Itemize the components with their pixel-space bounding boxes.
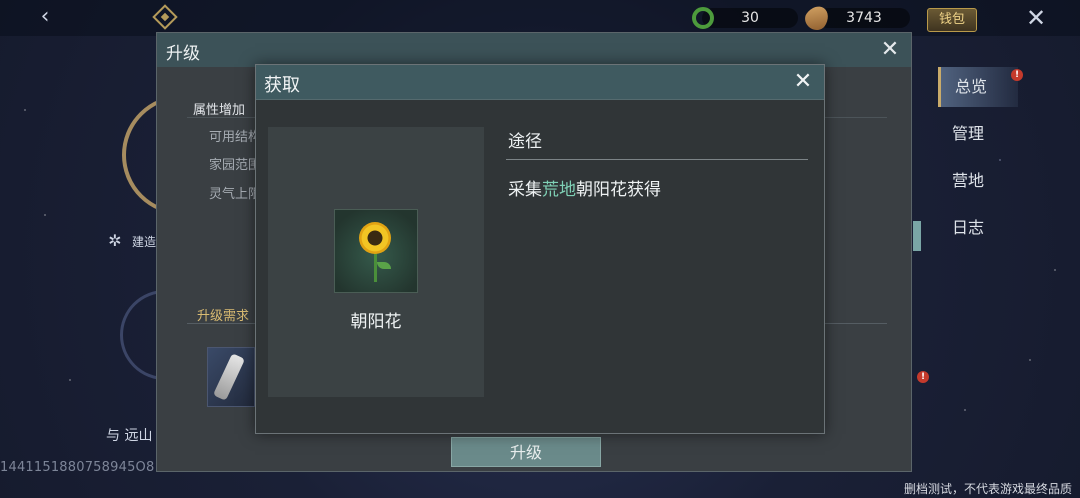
flower-head (359, 222, 391, 254)
attribute-row: 家园范围 (209, 158, 262, 173)
route-prefix: 采集 (508, 180, 542, 200)
item-name: 朝阳花 (350, 312, 402, 332)
route-suffix: 朝阳花获得 (576, 180, 661, 200)
build-gear-icon[interactable]: ✲ (106, 232, 124, 250)
jade-currency-amount: 30 (702, 8, 798, 28)
sunflower-icon (334, 209, 418, 293)
npc-caption: 与 远山 (106, 428, 153, 444)
test-watermark: 删档测试，不代表游戏最终品质 (903, 482, 1072, 496)
route-entry[interactable]: 采集荒地朝阳花获得 (508, 175, 661, 200)
tab-log[interactable]: 日志 (938, 208, 1018, 248)
back-arrow-icon[interactable]: ‹ (32, 5, 58, 31)
tab-management-label: 管理 (952, 124, 985, 143)
close-icon[interactable]: ✕ (1022, 4, 1050, 32)
attribute-increase-title: 属性增加 (193, 103, 246, 118)
seed-icon (801, 1, 833, 35)
upgrade-title: 升级 (166, 44, 200, 64)
player-id: 1441151880758945O8 (0, 460, 155, 475)
tab-management[interactable]: 管理 (938, 114, 1018, 154)
divider (506, 159, 808, 160)
route-location-link[interactable]: 荒地 (542, 180, 576, 200)
upgrade-requirement-title: 升级需求 (197, 309, 250, 324)
tab-overview[interactable]: 总览 (938, 67, 1018, 107)
upgrade-button[interactable]: 升级 (451, 437, 601, 467)
tab-camp-label: 营地 (952, 171, 985, 190)
jade-ring-icon (692, 7, 714, 29)
upgrade-close-icon[interactable]: ✕ (877, 36, 903, 64)
acquire-title: 获取 (264, 75, 300, 96)
attribute-row: 可用结构 (209, 130, 262, 145)
build-label: 建造 (132, 235, 157, 249)
scroll-indicator[interactable] (913, 221, 921, 251)
compass-diamond-icon[interactable] (152, 4, 178, 30)
acquire-close-icon[interactable]: ✕ (788, 67, 818, 97)
attribute-row: 灵气上限 (209, 187, 262, 202)
tab-log-label: 日志 (952, 218, 985, 237)
alert-dot-icon: ! (1011, 69, 1023, 81)
upgrade-header: 升级 ✕ (157, 33, 911, 67)
wallet-button[interactable]: 钱包 (927, 8, 977, 32)
top-bar: ‹ 30 3743 钱包 ✕ (0, 0, 1080, 36)
acquire-dialog: 获取 ✕ 朝阳花 途径 采集荒地朝阳花获得 (255, 64, 825, 434)
tab-overview-label: 总览 (955, 77, 988, 96)
route-title: 途径 (508, 132, 542, 152)
flower-stem (374, 252, 377, 282)
acquire-header: 获取 ✕ (256, 65, 824, 100)
flower-leaf (377, 262, 391, 269)
seed-currency-amount: 3743 (818, 8, 910, 28)
tab-camp[interactable]: 营地 (938, 161, 1018, 201)
requirement-item-slot[interactable] (207, 347, 255, 407)
alert-dot-icon: ! (917, 371, 929, 383)
item-preview-panel: 朝阳花 (268, 127, 484, 397)
